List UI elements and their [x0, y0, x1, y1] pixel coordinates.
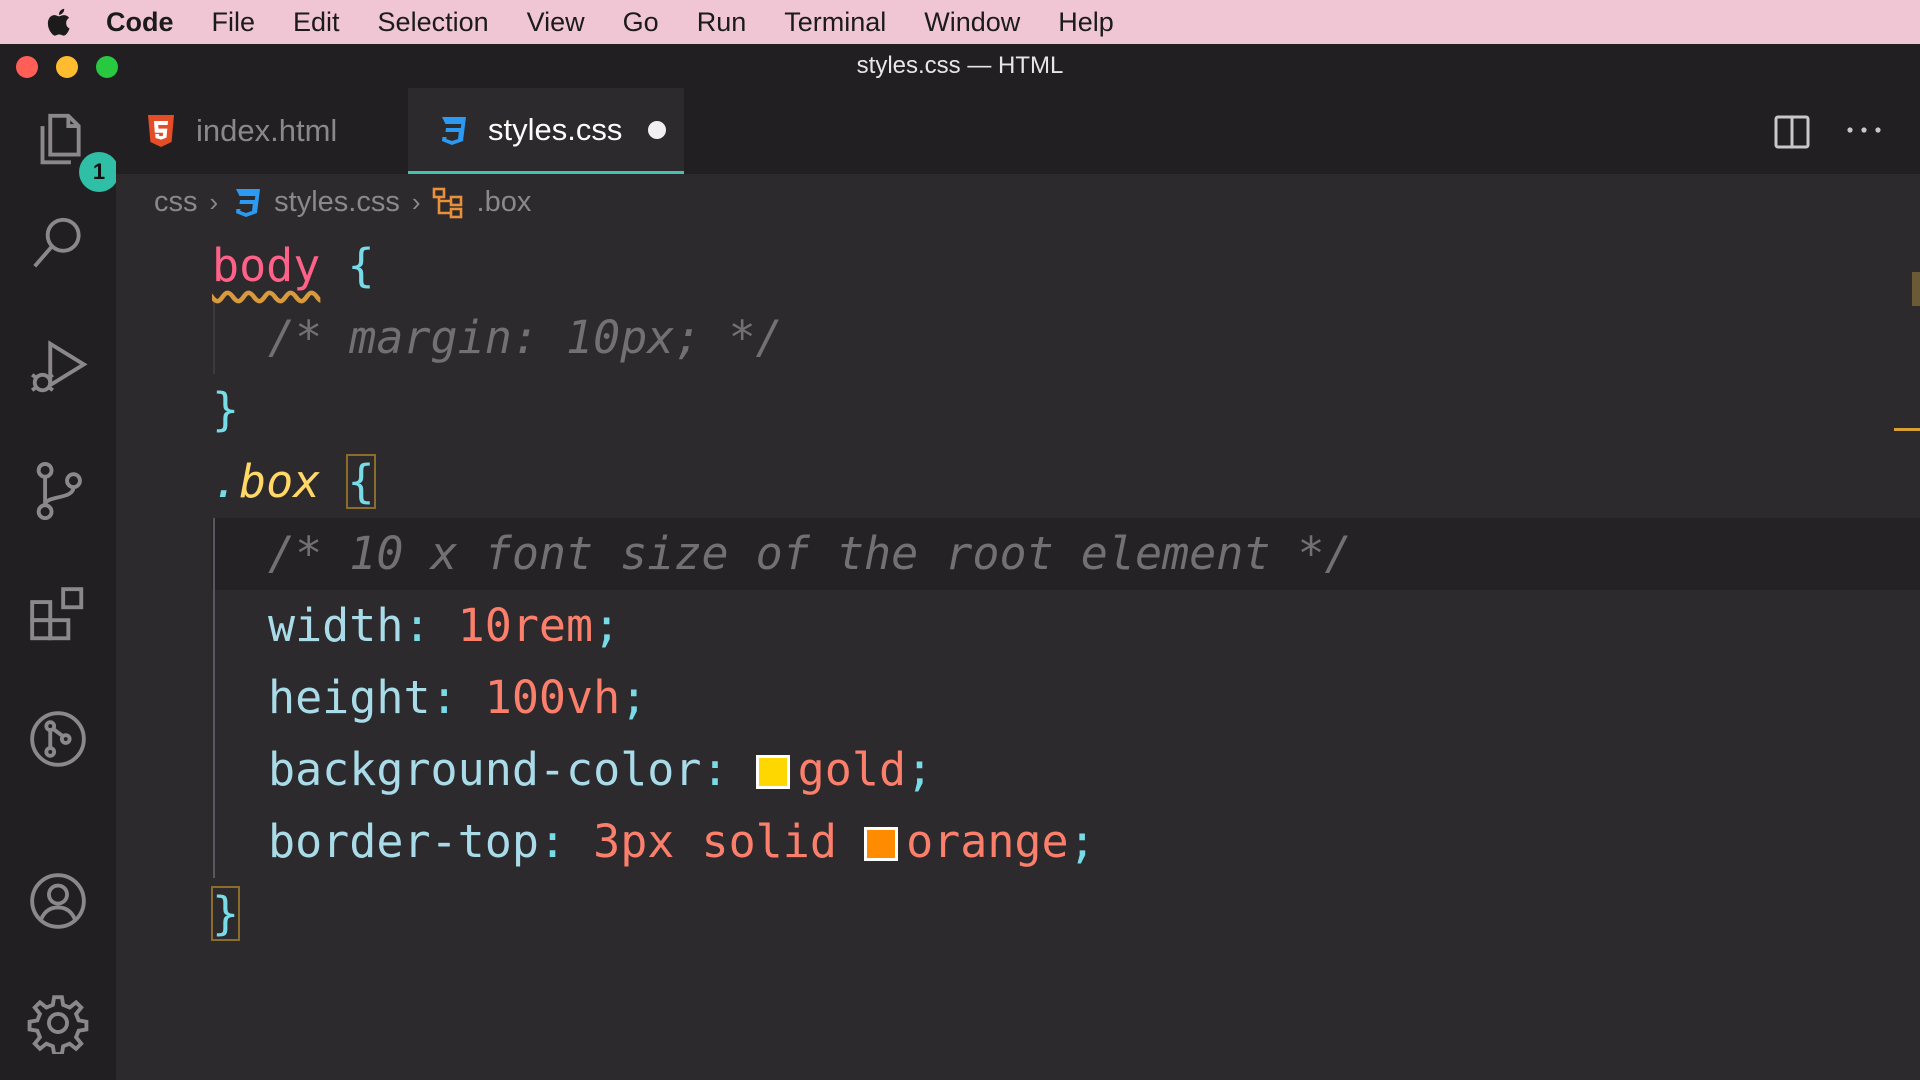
- tab-styles-css[interactable]: styles.css: [408, 88, 684, 174]
- code-line-6: width: 10rem;: [268, 590, 620, 662]
- activity-account[interactable]: [23, 866, 93, 936]
- css-value: 100vh: [484, 671, 621, 724]
- code-line-4: .box {: [212, 446, 376, 518]
- colon: :: [538, 815, 567, 868]
- open-brace: {: [347, 239, 375, 292]
- colon: :: [403, 599, 431, 652]
- code-line-1: body {: [212, 230, 375, 302]
- unsaved-dot-icon[interactable]: [648, 120, 667, 139]
- activity-run-debug[interactable]: [23, 332, 93, 402]
- breadcrumb-symbol[interactable]: .box: [477, 186, 532, 219]
- css-value: 10rem: [457, 599, 594, 652]
- activity-source-control[interactable]: [23, 456, 93, 526]
- menu-file[interactable]: File: [212, 0, 256, 44]
- css-value: orange: [906, 815, 1069, 868]
- code-line-10: }: [210, 878, 241, 950]
- semicolon: ;: [593, 599, 621, 652]
- css-property: background-color: [268, 743, 702, 796]
- open-brace-matched: {: [346, 454, 376, 509]
- css-value: gold: [797, 743, 907, 796]
- menu-run[interactable]: Run: [697, 0, 747, 44]
- files-icon: [40, 113, 81, 165]
- editor-tab-bar: index.html styles.css: [116, 88, 1920, 174]
- code-comment: /* margin: 10px; */: [268, 311, 783, 364]
- menu-help[interactable]: Help: [1058, 0, 1114, 44]
- window-maximize-button[interactable]: [96, 56, 118, 78]
- color-swatch-gold[interactable]: [755, 755, 790, 789]
- class-name: box: [239, 455, 321, 508]
- semicolon: ;: [620, 671, 648, 724]
- close-brace-matched: }: [210, 886, 241, 941]
- menu-selection[interactable]: Selection: [378, 0, 489, 44]
- close-brace: }: [212, 383, 240, 436]
- activity-bar: 1: [0, 88, 119, 1080]
- breadcrumb: css › styles.css › .box: [116, 174, 1920, 230]
- activity-search[interactable]: [23, 208, 93, 278]
- semicolon: ;: [1068, 815, 1096, 868]
- css3-icon: [236, 189, 261, 217]
- tab-label: styles.css: [488, 111, 623, 147]
- title-bar: styles.css — HTML: [0, 44, 1920, 88]
- breadcrumb-folder[interactable]: css: [154, 186, 198, 219]
- more-actions-icon[interactable]: [1842, 110, 1886, 150]
- code-line-3: }: [212, 374, 239, 446]
- indent-guide: [213, 302, 215, 374]
- settings-gear-icon: [27, 995, 89, 1054]
- symbol-class-icon: [432, 187, 462, 219]
- split-editor-icon[interactable]: [1772, 112, 1812, 152]
- html5-icon: [148, 115, 174, 147]
- code-line-8: background-color: gold;: [268, 734, 933, 806]
- tab-index-html[interactable]: index.html: [116, 88, 406, 174]
- semicolon: ;: [906, 743, 934, 796]
- code-editor[interactable]: body { /* margin: 10px; */ } .box { /* 1…: [116, 230, 1920, 1080]
- git-graph-icon: [30, 711, 86, 767]
- activity-git-graph[interactable]: [23, 704, 93, 774]
- code-line-2: /* margin: 10px; */: [268, 302, 783, 374]
- explorer-badge: 1: [79, 152, 119, 192]
- colon: :: [430, 671, 458, 724]
- menu-edit[interactable]: Edit: [293, 0, 340, 44]
- extensions-icon: [30, 587, 84, 641]
- css-value: 3px solid: [593, 815, 837, 868]
- macos-menu-bar: Code File Edit Selection View Go Run Ter…: [0, 0, 1920, 44]
- tab-label: index.html: [196, 113, 338, 148]
- css-property: width: [268, 599, 404, 652]
- css-property: border-top: [268, 815, 539, 868]
- menu-go[interactable]: Go: [623, 0, 659, 44]
- indent-guide-active: [213, 518, 215, 878]
- css-selector: body: [212, 239, 321, 292]
- code-line-7: height: 100vh;: [268, 662, 647, 734]
- account-icon: [30, 873, 86, 929]
- class-dot: .: [212, 455, 240, 508]
- activity-explorer[interactable]: 1: [23, 104, 119, 192]
- code-comment: /* 10 x font size of the root element */: [268, 527, 1352, 580]
- window-close-button[interactable]: [16, 56, 38, 78]
- chevron-right-icon: ›: [411, 186, 421, 217]
- colon: :: [701, 743, 729, 796]
- window-minimize-button[interactable]: [56, 56, 78, 78]
- menu-terminal[interactable]: Terminal: [784, 0, 886, 44]
- vscode-window: styles.css — HTML 1 index.html styles.cs…: [0, 44, 1920, 1080]
- color-swatch-orange[interactable]: [864, 827, 899, 861]
- css-property: height: [268, 671, 431, 724]
- menu-window[interactable]: Window: [924, 0, 1020, 44]
- menu-view[interactable]: View: [527, 0, 585, 44]
- window-title: styles.css — HTML: [856, 52, 1064, 79]
- activity-extensions[interactable]: [23, 580, 93, 650]
- run-debug-icon: [31, 340, 88, 393]
- menu-app-code[interactable]: Code: [106, 0, 174, 44]
- css3-icon: [442, 116, 466, 145]
- overview-ruler-marker: [1894, 428, 1920, 431]
- source-control-icon: [36, 461, 82, 521]
- search-icon: [33, 217, 81, 268]
- apple-logo-icon[interactable]: [38, 7, 78, 37]
- code-line-9: border-top: 3px solid orange;: [268, 806, 1096, 878]
- code-line-5: /* 10 x font size of the root element */: [268, 518, 1352, 590]
- scrollbar-marker: [1912, 272, 1920, 306]
- breadcrumb-file[interactable]: styles.css: [274, 186, 400, 219]
- activity-settings[interactable]: [23, 988, 93, 1058]
- chevron-right-icon: ›: [209, 186, 219, 217]
